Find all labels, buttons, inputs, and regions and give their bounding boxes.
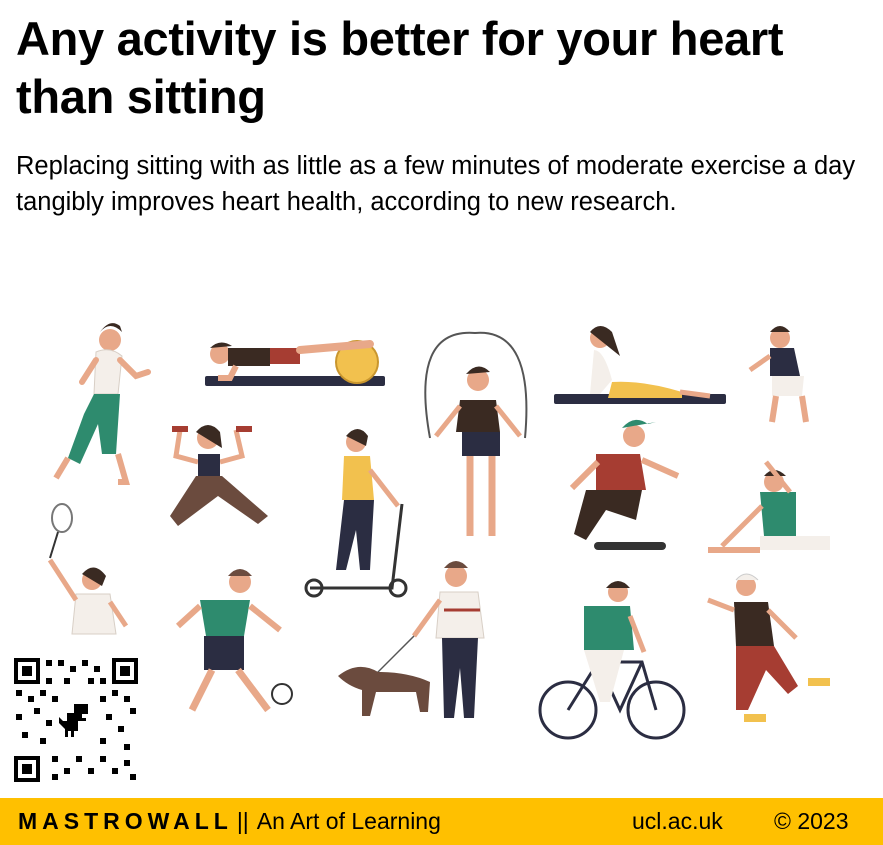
stretching-figure (708, 460, 830, 553)
dog-walker-figure (338, 561, 485, 718)
rollerblader-figure (707, 573, 830, 722)
brand-name: MASTROWALL (18, 808, 233, 834)
lunge-figure (170, 425, 268, 526)
copyright: © 2023 (774, 808, 849, 834)
badminton-figure (47, 503, 129, 635)
headline: Any activity is better for your heart th… (16, 12, 784, 123)
yoga-figure (554, 326, 726, 404)
tagline: An Art of Learning (256, 808, 441, 834)
subtext: Replacing sitting with as little as a fe… (16, 152, 856, 216)
scooter-figure (304, 429, 408, 598)
site-link[interactable]: ucl.ac.uk (632, 808, 723, 835)
runner-figure (53, 323, 151, 485)
qr-code[interactable] (12, 656, 140, 784)
plank-figure (205, 340, 385, 386)
jump-rope-figure (424, 331, 528, 536)
football-figure (175, 569, 293, 713)
squat-figure (748, 326, 809, 423)
skateboarder-figure (569, 419, 680, 550)
brand-separator: || (236, 808, 249, 834)
footer-bar: MASTROWALL || An Art of Learning ucl.ac.… (0, 798, 883, 845)
cyclist-figure (538, 581, 686, 740)
